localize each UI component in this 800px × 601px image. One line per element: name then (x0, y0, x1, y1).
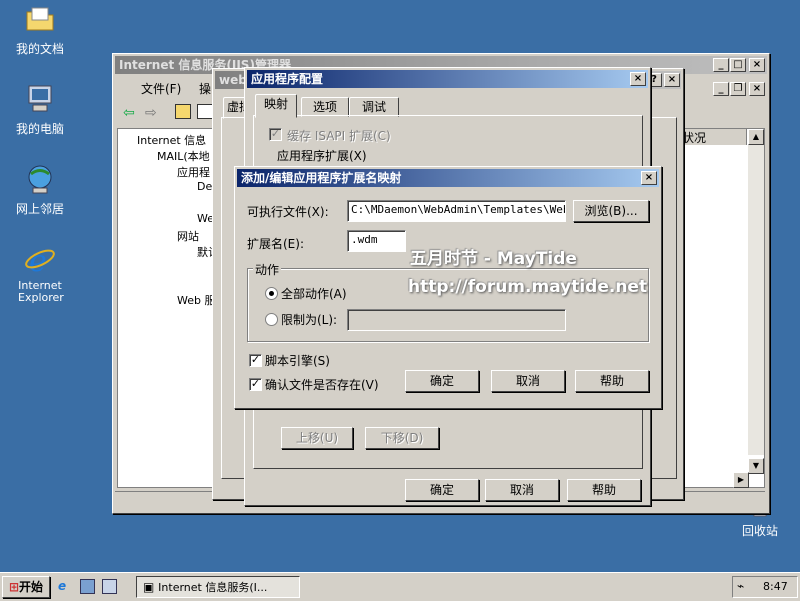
system-tray: ⌁ 8:47 (732, 576, 798, 598)
app-config-cancel-button[interactable]: 取消 (485, 479, 559, 501)
desktop-icon-label: 网上邻居 (15, 202, 64, 216)
menu-action[interactable]: 操 (199, 80, 211, 97)
maximize-button[interactable]: □ (730, 58, 746, 72)
desktop-icon-ie[interactable]: e Internet Explorer (0, 242, 80, 304)
folder-documents-icon (23, 2, 57, 36)
desktop-icon-my-documents[interactable]: 我的文档 (0, 2, 80, 57)
scroll-up-button[interactable]: ▲ (748, 129, 764, 145)
tree-item-root[interactable]: Internet 信息 (137, 132, 206, 148)
app-ext-group-label: 应用程序扩展(X) (275, 147, 369, 164)
back-icon[interactable]: ⇦ (123, 105, 135, 121)
child-minimize-button[interactable]: _ (713, 82, 729, 96)
close-button[interactable]: × (749, 58, 765, 72)
tree-item-web-ext[interactable]: Web 服 (177, 292, 215, 308)
up-folder-icon[interactable] (175, 104, 191, 119)
add-mapping-help-button[interactable]: 帮助 (575, 370, 649, 392)
exe-path-field[interactable]: C:\MDaemon\WebAdmin\Templates\WebAdm (347, 200, 566, 222)
quicklaunch-ie-icon[interactable]: e (58, 579, 66, 593)
ext-label: 扩展名(E): (247, 237, 304, 251)
script-engine-checkbox[interactable]: ✓ (249, 354, 262, 367)
cache-isapi-label: 缓存 ISAPI 扩展(C) (287, 129, 391, 143)
desktop-icon-label: 我的电脑 (15, 122, 64, 136)
extension-field[interactable]: .wdm (347, 230, 406, 252)
show-tree-icon[interactable] (197, 104, 213, 119)
tab-options[interactable]: 选项 (301, 97, 349, 117)
tab-debug[interactable]: 调试 (349, 97, 399, 117)
menu-file[interactable]: 文件(F) (141, 80, 181, 97)
quicklaunch-desktop-icon[interactable] (80, 579, 95, 594)
web-props-close-button[interactable]: × (664, 73, 680, 87)
clock[interactable]: 8:47 (763, 580, 788, 593)
windows-logo-icon: ⊞ (8, 580, 20, 594)
app-config-ok-button[interactable]: 确定 (405, 479, 479, 501)
all-verbs-label: 全部动作(A) (281, 287, 347, 301)
all-verbs-radio[interactable] (265, 287, 278, 300)
cache-isapi-checkbox[interactable]: ✓ (269, 128, 282, 141)
iis-task-icon: ▣ (143, 580, 155, 594)
desktop-icon-my-computer[interactable]: 我的电脑 (0, 82, 80, 137)
desktop-icon-network[interactable]: 网上邻居 (0, 162, 80, 217)
limit-to-field[interactable] (347, 309, 566, 331)
desktop-icon-label: 回收站 (741, 524, 778, 538)
tab-mapping[interactable]: 映射 (255, 94, 297, 118)
limit-to-label: 限制为(L): (281, 313, 338, 327)
minimize-button[interactable]: _ (713, 58, 729, 72)
quicklaunch-explorer-icon[interactable] (102, 579, 117, 594)
limit-to-radio[interactable] (265, 313, 278, 326)
tree-item-server[interactable]: MAIL(本地 (157, 148, 210, 164)
child-restore-button[interactable]: ❐ (730, 82, 746, 96)
tree-item-app-pools[interactable]: 应用程 (177, 164, 210, 180)
app-config-titlebar: 应用程序配置 (247, 70, 648, 88)
scroll-right-button[interactable]: ▶ (733, 472, 749, 488)
svg-text:e: e (29, 244, 47, 276)
start-button[interactable]: ⊞开始 (2, 576, 50, 598)
move-down-button[interactable]: 下移(D) (365, 427, 439, 449)
taskbar-task-iis[interactable]: ▣ Internet 信息服务(I... (136, 576, 300, 598)
watermark-line2: http://forum.maytide.net (408, 277, 648, 297)
tray-network-icon[interactable]: ⌁ (737, 579, 744, 593)
add-mapping-cancel-button[interactable]: 取消 (491, 370, 565, 392)
desktop-icon-label: Internet Explorer (18, 279, 64, 304)
verify-file-checkbox[interactable]: ✓ (249, 378, 262, 391)
child-close-button[interactable]: × (749, 82, 765, 96)
move-up-button[interactable]: 上移(U) (281, 427, 353, 449)
script-engine-label: 脚本引擎(S) (265, 354, 330, 368)
tree-item-websites[interactable]: 网站 (177, 228, 199, 244)
scroll-down-button[interactable]: ▼ (748, 458, 764, 474)
forward-icon[interactable]: ⇨ (145, 105, 157, 121)
desktop-icon-label: 我的文档 (15, 42, 64, 56)
add-mapping-close-button[interactable]: × (641, 171, 657, 185)
verify-file-label: 确认文件是否存在(V) (265, 378, 379, 392)
add-mapping-ok-button[interactable]: 确定 (405, 370, 479, 392)
network-icon (23, 162, 57, 196)
exe-label: 可执行文件(X): (247, 205, 329, 219)
taskbar: ⊞开始 e ▣ Internet 信息服务(I... ⌁ 8:47 (0, 572, 800, 601)
watermark-line1: 五月时节 - MayTide (410, 249, 577, 269)
ie-icon: e (23, 242, 57, 279)
app-config-close-button[interactable]: × (630, 72, 646, 86)
vertical-scrollbar[interactable] (748, 145, 764, 455)
computer-icon (23, 82, 57, 116)
app-config-help-button[interactable]: 帮助 (567, 479, 641, 501)
add-mapping-titlebar: 添加/编辑应用程序扩展名映射 (237, 169, 659, 187)
browse-button[interactable]: 浏览(B)... (573, 200, 649, 222)
action-group-label: 动作 (253, 261, 282, 278)
